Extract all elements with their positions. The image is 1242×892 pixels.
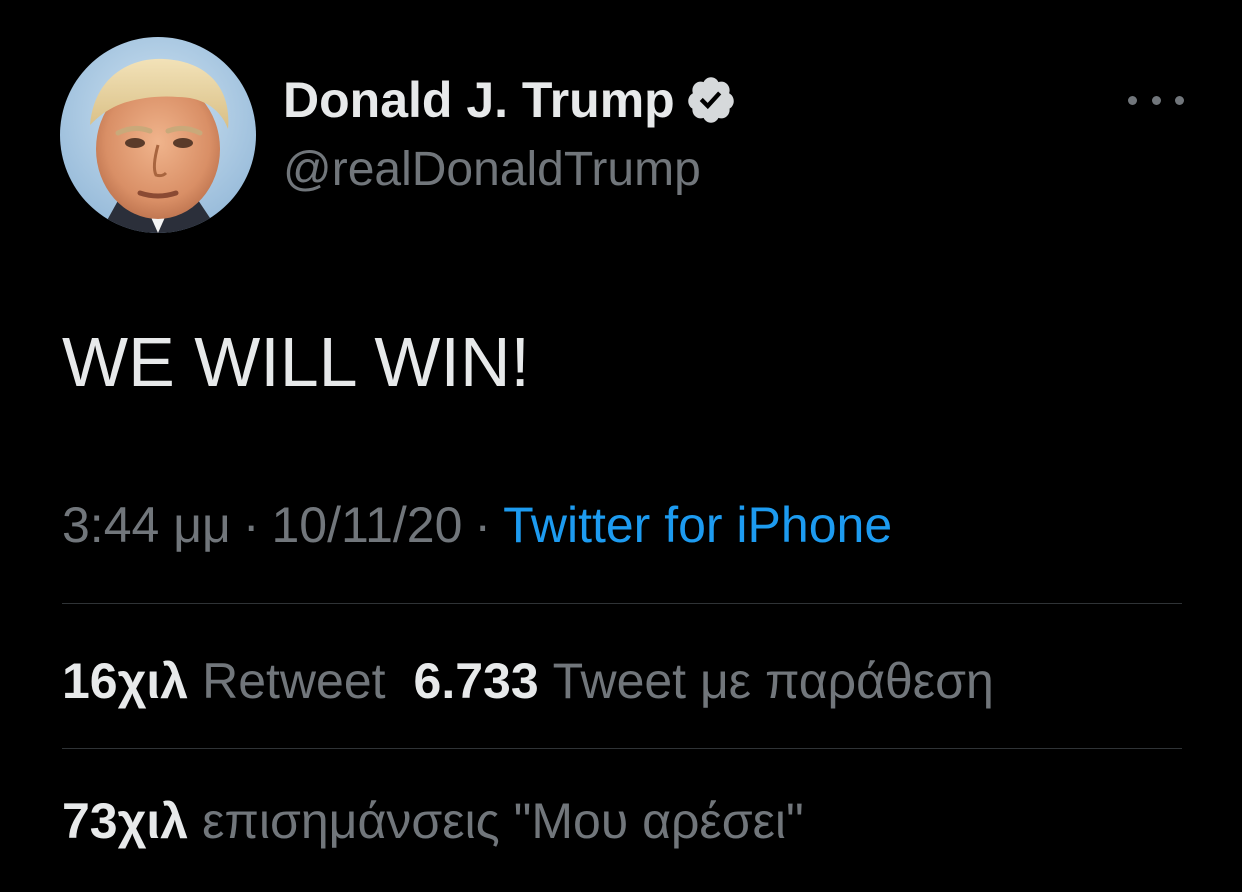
author-display-name[interactable]: Donald J. Trump <box>283 71 675 129</box>
more-dot <box>1175 95 1184 105</box>
meta-separator: · <box>242 497 260 553</box>
tweet-source-link[interactable]: Twitter for iPhone <box>503 496 892 554</box>
likes-stat[interactable]: 73χιλ επισημάνσεις "Μου αρέσει" <box>62 792 804 850</box>
author-handle[interactable]: @realDonaldTrump <box>283 142 701 197</box>
divider <box>62 748 1182 749</box>
avatar[interactable] <box>60 37 256 233</box>
tweet-time[interactable]: 3:44 μμ <box>62 496 231 554</box>
author-name-row[interactable]: Donald J. Trump <box>283 68 737 132</box>
more-dot <box>1151 95 1161 105</box>
retweets-stat[interactable]: 16χιλ Retweet <box>62 652 386 710</box>
tweet-detail: Donald J. Trump @realDonaldTrump WE WILL… <box>0 0 1242 892</box>
quote-tweets-label: Tweet με παράθεση <box>552 653 994 709</box>
tweet-date[interactable]: 10/11/20 <box>271 496 462 554</box>
divider <box>62 603 1182 604</box>
profile-photo-icon <box>60 37 256 233</box>
quote-tweets-count: 6.733 <box>413 653 539 709</box>
retweets-label: Retweet <box>202 653 386 709</box>
tweet-meta: 3:44 μμ · 10/11/20 · Twitter for iPhone <box>62 496 892 554</box>
likes-label: επισημάνσεις "Μου αρέσει" <box>202 793 804 849</box>
likes-stats-row: 73χιλ επισημάνσεις "Μου αρέσει" <box>62 792 804 850</box>
likes-count: 73χιλ <box>62 793 189 849</box>
more-horizontal-icon <box>1128 95 1137 105</box>
verified-badge-icon <box>685 74 737 126</box>
retweets-count: 16χιλ <box>62 653 189 709</box>
engagement-stats-row: 16χιλ Retweet 6.733 Tweet με παράθεση <box>62 652 994 710</box>
meta-separator: · <box>474 497 492 553</box>
more-options-button[interactable] <box>1128 84 1184 116</box>
tweet-text: WE WILL WIN! <box>62 323 530 401</box>
quote-tweets-stat[interactable]: 6.733 Tweet με παράθεση <box>414 652 994 710</box>
